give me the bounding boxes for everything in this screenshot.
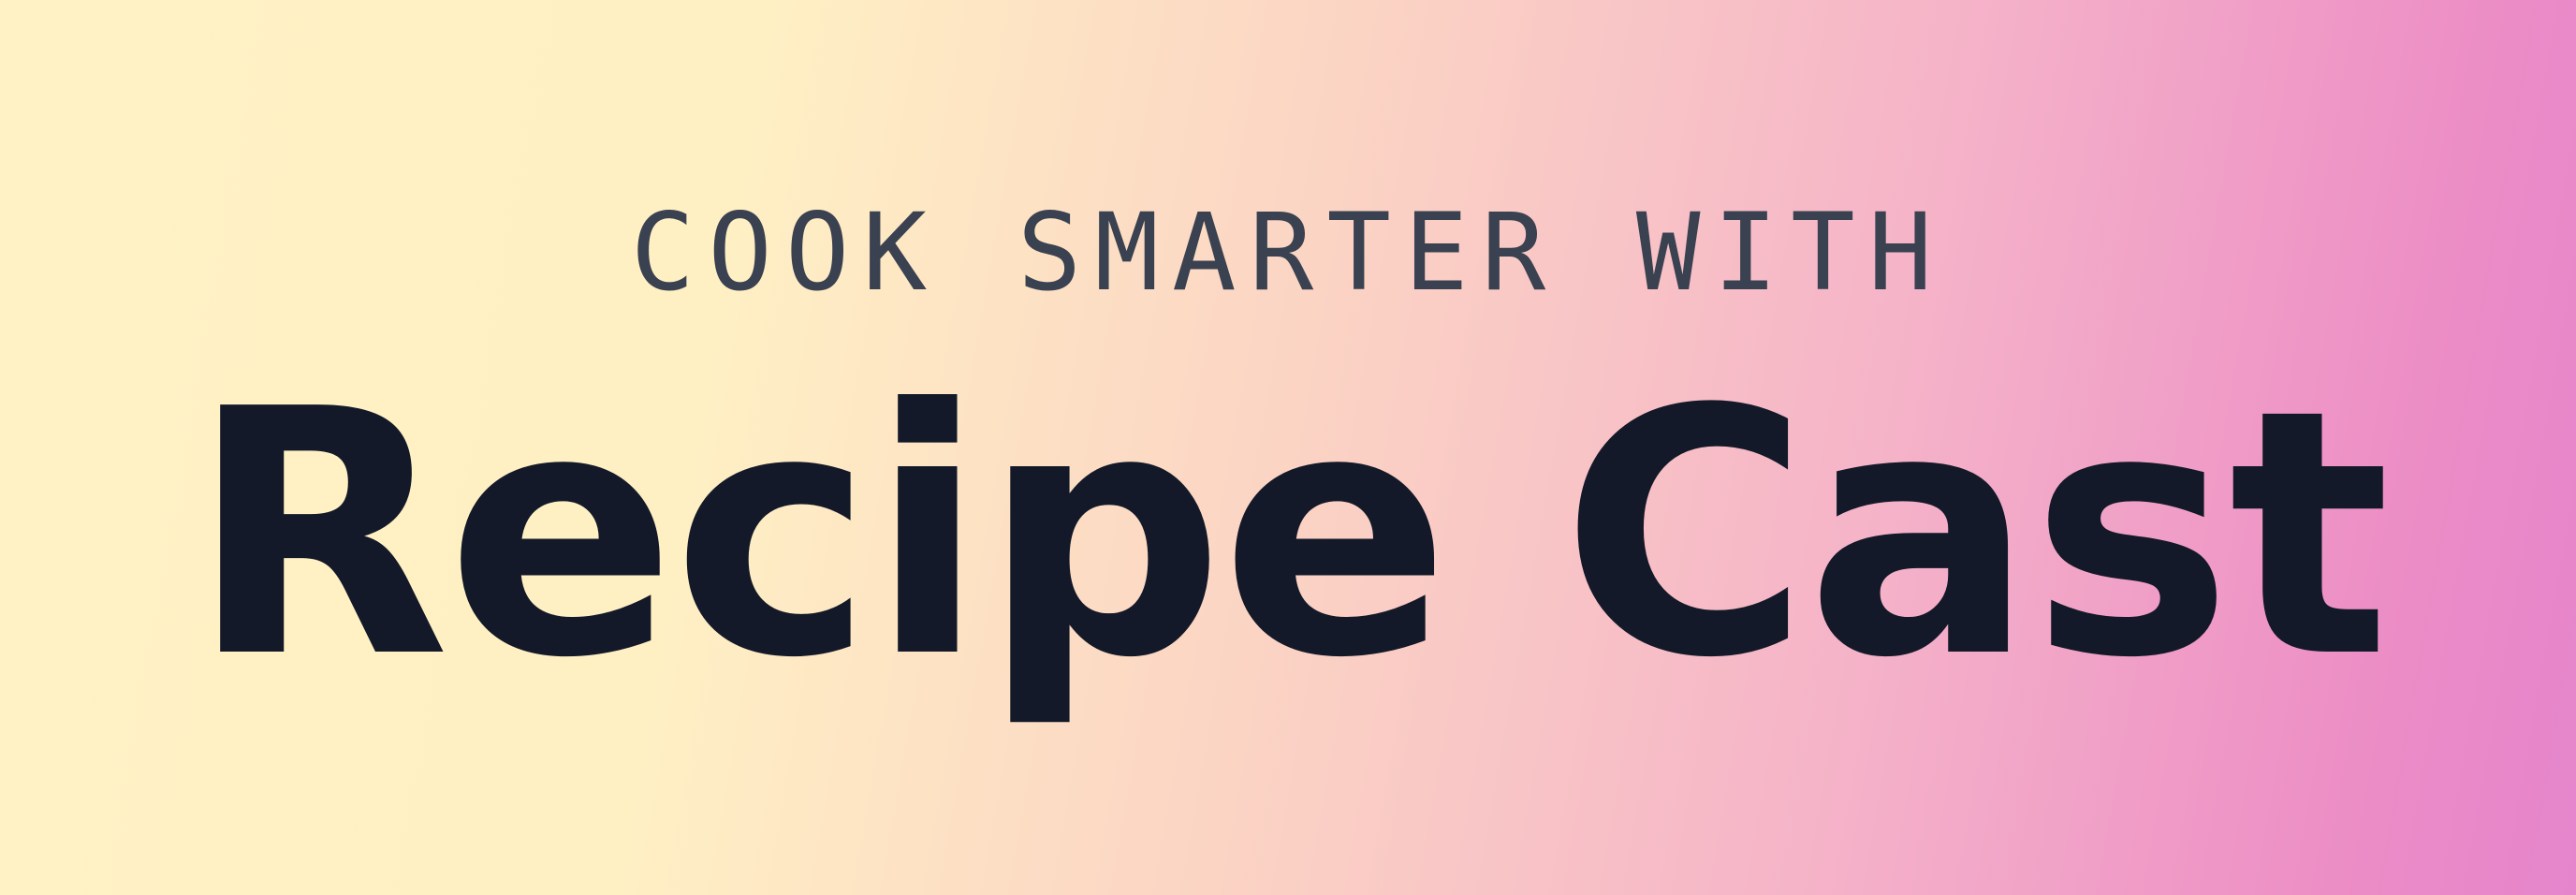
app-title: Recipe Cast: [188, 338, 2391, 732]
hero-banner: COOK SMARTER WITH Recipe Cast: [0, 0, 2576, 895]
tagline: COOK SMARTER WITH: [630, 190, 1946, 315]
